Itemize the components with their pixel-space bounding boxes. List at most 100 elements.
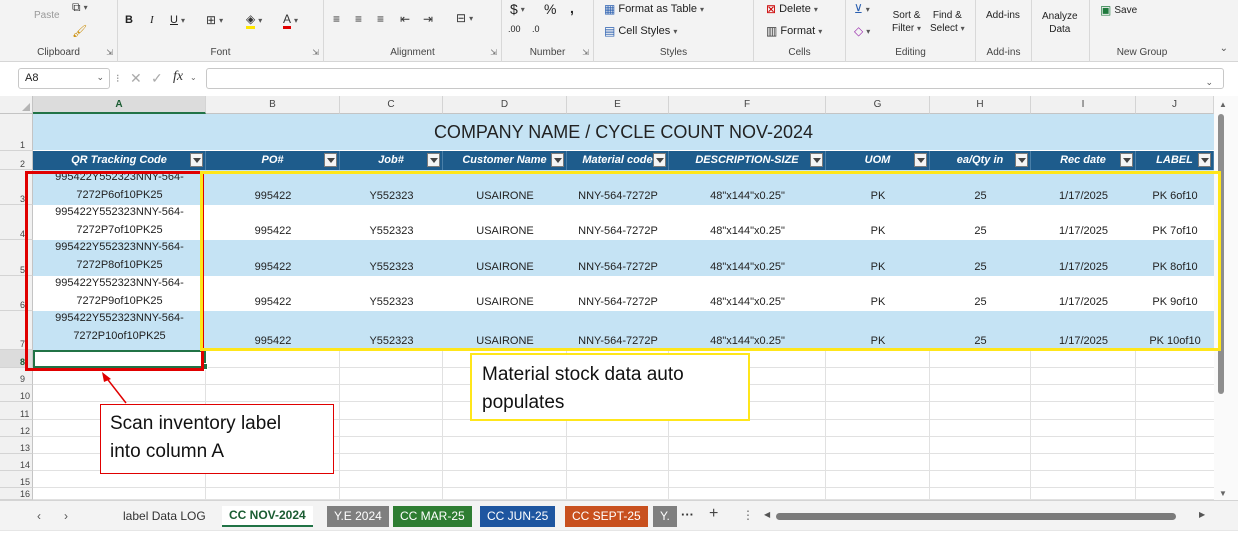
copy-button[interactable]: ⧉ ▾ (72, 0, 88, 14)
scroll-up-icon[interactable]: ▲ (1219, 100, 1227, 109)
dialog-launcher-icon[interactable]: ⇲ (490, 48, 497, 57)
table-header-cell[interactable]: PO# (206, 151, 340, 170)
collapse-ribbon-icon[interactable]: ⌄ (1220, 43, 1228, 54)
dialog-launcher-icon[interactable]: ⇲ (582, 48, 589, 57)
column-header-g[interactable]: G (826, 96, 930, 114)
horizontal-scroll-thumb[interactable] (776, 513, 1176, 520)
borders-button[interactable]: ⊞ ▾ (206, 13, 223, 27)
dialog-launcher-icon[interactable]: ⇲ (312, 48, 319, 57)
sheet-tab[interactable]: CC NOV-2024 (222, 506, 313, 527)
sheet-tab[interactable]: CC MAR-25 (393, 506, 472, 527)
align-left-icon[interactable]: ≡ (333, 12, 340, 26)
clear-button[interactable]: ◇ ▾ (854, 24, 870, 38)
sheet-tab[interactable]: Y.E 2024 (327, 506, 389, 527)
row-header-10[interactable]: 10 (0, 385, 33, 402)
column-header-h[interactable]: H (930, 96, 1031, 114)
row-header-1[interactable]: 1 (0, 114, 33, 151)
sheet-tab[interactable]: label Data LOG (116, 506, 213, 527)
filter-dropdown-icon[interactable] (1198, 153, 1211, 167)
format-cells-button[interactable]: ▥ Format ▾ (766, 24, 822, 38)
align-right-icon[interactable]: ≡ (377, 12, 384, 26)
column-header-c[interactable]: C (340, 96, 443, 114)
select-all-button[interactable] (0, 96, 33, 114)
scroll-left-icon[interactable]: ◀ (764, 510, 770, 519)
row-header-12[interactable]: 12 (0, 420, 33, 437)
table-header-cell[interactable]: UOM (826, 151, 930, 170)
more-sheets-icon[interactable]: ··· (681, 507, 694, 522)
percent-button[interactable]: % (544, 1, 556, 17)
row-header-2[interactable]: 2 (0, 151, 33, 170)
merge-button[interactable]: ⊟ ▾ (456, 11, 473, 25)
save-button[interactable]: ▣ Save (1100, 3, 1137, 17)
filter-dropdown-icon[interactable] (324, 153, 337, 167)
filter-dropdown-icon[interactable] (190, 153, 203, 167)
increase-decimal-button[interactable]: .00 (508, 24, 521, 34)
row-header-11[interactable]: 11 (0, 402, 33, 420)
font-color-button[interactable]: A ▾ (283, 12, 298, 29)
tab-options-icon[interactable]: ⋮ (742, 508, 754, 522)
filter-dropdown-icon[interactable] (1015, 153, 1028, 167)
delete-cells-button[interactable]: ⊠ Delete ▾ (766, 2, 818, 16)
chevron-down-icon[interactable]: ⌄ (96, 72, 104, 83)
filter-dropdown-icon[interactable] (653, 153, 666, 167)
enter-icon[interactable]: ✓ (151, 70, 163, 87)
row-header-14[interactable]: 14 (0, 454, 33, 471)
column-header-i[interactable]: I (1031, 96, 1136, 114)
scroll-down-icon[interactable]: ▼ (1219, 489, 1227, 498)
sheet-tab[interactable]: Y. (653, 506, 677, 527)
column-header-e[interactable]: E (567, 96, 669, 114)
analyze-data-button[interactable]: Analyze Data (1042, 10, 1078, 36)
row-header-13[interactable]: 13 (0, 437, 33, 454)
table-header-cell[interactable]: Customer Name (443, 151, 567, 170)
filter-dropdown-icon[interactable] (1120, 153, 1133, 167)
name-box[interactable]: A8 ⌄ (18, 68, 110, 89)
decrease-decimal-button[interactable]: .0 (532, 24, 540, 34)
format-painter-button[interactable]: 🖌 (72, 24, 87, 38)
chevron-down-icon[interactable]: ⌄ (190, 73, 197, 82)
filter-dropdown-icon[interactable] (427, 153, 440, 167)
dialog-launcher-icon[interactable]: ⇲ (106, 48, 113, 57)
table-header-cell[interactable]: DESCRIPTION-SIZE (669, 151, 826, 170)
sheet-tab[interactable]: CC JUN-25 (480, 506, 556, 527)
find-select-button[interactable]: Find & Select ▾ (930, 9, 965, 35)
column-header-a[interactable]: A (33, 96, 206, 114)
row-header-15[interactable]: 15 (0, 471, 33, 488)
italic-button[interactable]: I (150, 14, 154, 26)
table-header-cell[interactable]: LABEL (1136, 151, 1214, 170)
formula-input[interactable]: ⌄ (206, 68, 1224, 89)
table-header-cell[interactable]: Job# (340, 151, 443, 170)
new-sheet-button[interactable]: + (709, 505, 718, 523)
scroll-right-icon[interactable]: ▶ (1199, 510, 1205, 519)
column-header-b[interactable]: B (206, 96, 340, 114)
filter-dropdown-icon[interactable] (810, 153, 823, 167)
addins-button[interactable]: Add-ins (986, 10, 1020, 21)
currency-button[interactable]: $ ▾ (510, 1, 525, 17)
filter-dropdown-icon[interactable] (551, 153, 564, 167)
row-header-16[interactable]: 16 (0, 488, 33, 500)
sheet-tab[interactable]: CC SEPT-25 (565, 506, 648, 527)
cell-styles-button[interactable]: ▤ Cell Styles ▾ (604, 24, 677, 38)
insert-function-button[interactable]: fx (173, 69, 183, 85)
column-header-f[interactable]: F (669, 96, 826, 114)
format-as-table-button[interactable]: ▦ Format as Table ▾ (604, 2, 704, 16)
scroll-tabs-right-icon[interactable]: › (64, 509, 68, 523)
filter-dropdown-icon[interactable] (914, 153, 927, 167)
table-header-cell[interactable]: ea/Qty in (930, 151, 1031, 170)
autosum-button[interactable]: ⊻ ▾ (854, 2, 870, 16)
scroll-tabs-left-icon[interactable]: ‹ (37, 509, 41, 523)
sheet-title[interactable]: COMPANY NAME / CYCLE COUNT NOV-2024 (33, 114, 1214, 150)
indent-increase-icon[interactable]: ⇥ (423, 12, 433, 26)
fill-color-button[interactable]: ◈ ▾ (246, 12, 262, 29)
cancel-icon[interactable]: ✕ (130, 70, 142, 87)
column-header-j[interactable]: J (1136, 96, 1214, 114)
sort-filter-button[interactable]: Sort & Filter ▾ (892, 9, 921, 35)
align-center-icon[interactable]: ≡ (355, 12, 362, 26)
table-header-cell[interactable]: Material code (567, 151, 669, 170)
bold-button[interactable]: B (125, 14, 133, 26)
expand-formula-bar-icon[interactable]: ⌄ (1205, 77, 1213, 88)
underline-button[interactable]: U ▾ (170, 14, 185, 26)
paste-button[interactable]: Paste (34, 10, 60, 21)
comma-button[interactable]: , (570, 0, 574, 16)
table-header-cell[interactable]: Rec date (1031, 151, 1136, 170)
column-header-d[interactable]: D (443, 96, 567, 114)
